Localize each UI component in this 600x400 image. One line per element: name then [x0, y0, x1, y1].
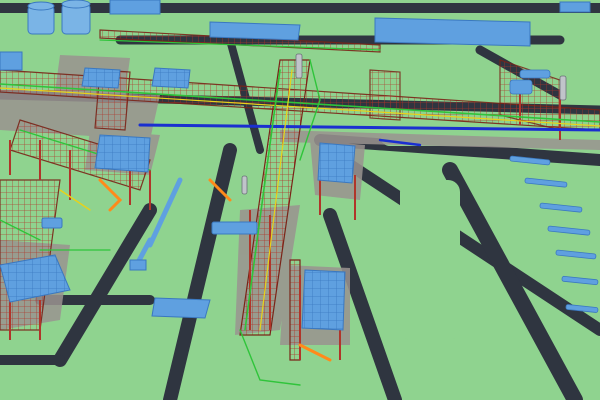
- plant-model-render: [0, 0, 600, 400]
- plant-3d-viewport[interactable]: [0, 0, 600, 400]
